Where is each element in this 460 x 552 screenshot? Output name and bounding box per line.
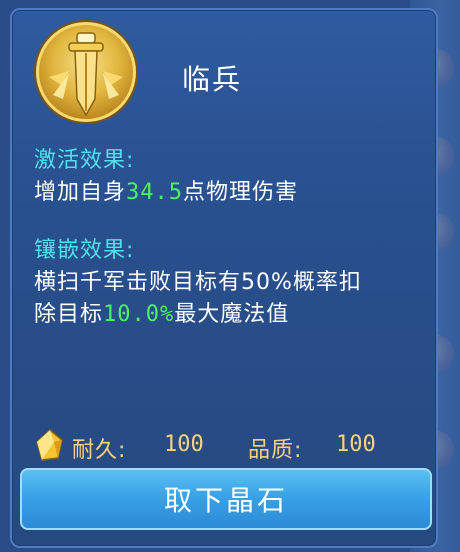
item-stats-row: 耐久: 100 品质: 100 xyxy=(34,428,434,463)
inlay-text-before: 除目标 xyxy=(34,302,104,327)
inlay-effect-title: 镶嵌效果: xyxy=(34,238,135,263)
yellow-crystal-icon xyxy=(36,429,63,461)
item-tooltip-panel: 临兵 激活效果: 增加自身34.5点物理伤害 镶嵌效果: 横扫千军击败目标有50… xyxy=(10,8,438,548)
durability-value: 100 xyxy=(164,432,204,457)
activation-text-after: 点物理伤害 xyxy=(183,180,299,205)
inlay-effect-line-1: 横扫千军击败目标有50%概率扣 xyxy=(34,270,362,295)
activation-text-before: 增加自身 xyxy=(34,180,127,205)
quality-value: 100 xyxy=(336,432,376,457)
golden-sword-emblem-icon xyxy=(36,22,136,122)
durability-label: 耐久: xyxy=(72,438,127,463)
item-name: 临兵 xyxy=(182,63,243,96)
quality-label: 品质: xyxy=(248,438,303,463)
activation-effect-text: 增加自身34.5点物理伤害 xyxy=(34,174,298,206)
activation-effect-title: 激活效果: xyxy=(34,148,135,173)
remove-crystal-button[interactable]: 取下晶石 xyxy=(20,468,432,530)
inlay-text-after: 最大魔法值 xyxy=(174,302,290,327)
inlay-value: 10.0% xyxy=(103,302,175,327)
inlay-effect-line-2: 除目标10.0%最大魔法值 xyxy=(34,296,289,328)
activation-value: 34.5 xyxy=(126,180,183,205)
